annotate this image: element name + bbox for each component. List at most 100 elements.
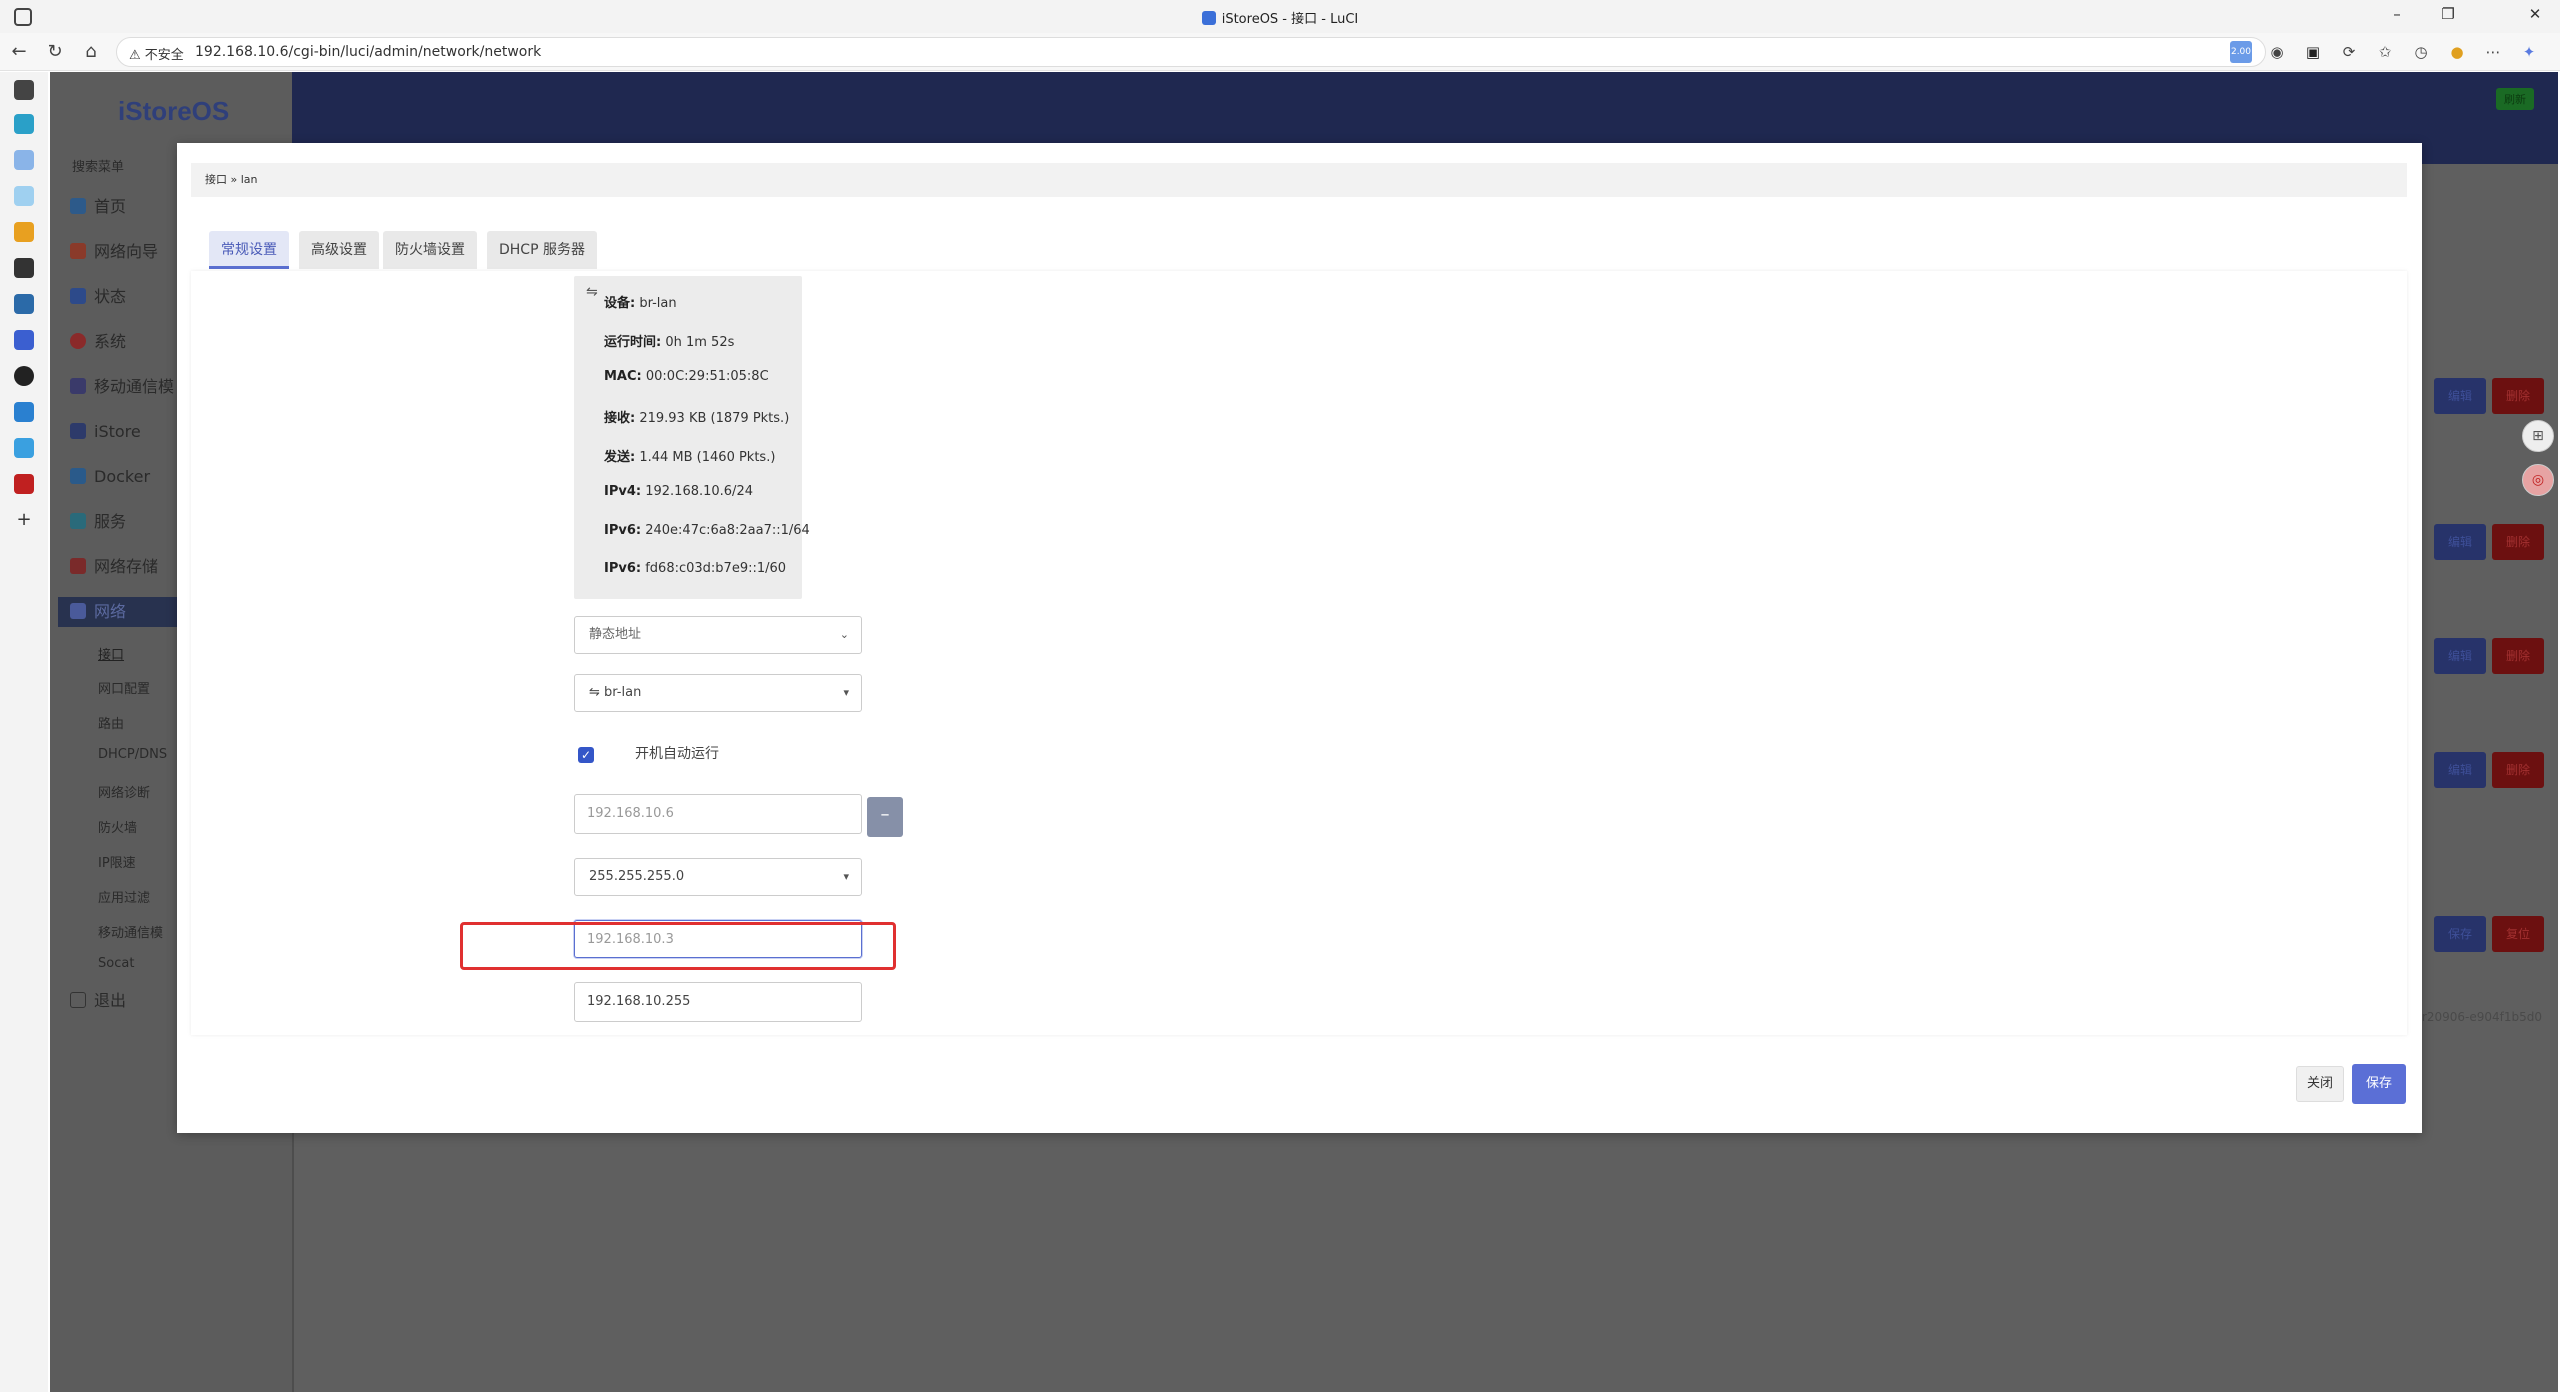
submenu-ip-limit[interactable]: IP限速 <box>98 852 136 871</box>
ipv4-address-input[interactable]: 192.168.10.6 <box>574 794 862 834</box>
sidebar-mail-icon[interactable] <box>14 150 34 170</box>
sidebar-add-icon[interactable]: + <box>14 510 34 530</box>
menu-item-services[interactable]: 服务 <box>70 507 126 537</box>
submenu-port-config[interactable]: 网口配置 <box>98 678 150 697</box>
close-window-button[interactable]: ✕ <box>2515 5 2555 23</box>
menu-search-input[interactable]: 搜索菜单 <box>72 156 124 175</box>
tab-dhcp[interactable]: DHCP 服务器 <box>487 231 597 269</box>
window-title: iStoreOS - 接口 - LuCI <box>0 8 2560 27</box>
mobile-icon <box>70 378 86 394</box>
sidebar-tabs-icon[interactable] <box>14 80 34 100</box>
bg-delete-button[interactable]: 删除 <box>2492 752 2544 788</box>
menu-item-istore[interactable]: iStore <box>70 417 141 447</box>
save-button[interactable]: 保存 <box>2352 1064 2406 1104</box>
extension-tab-icon[interactable]: ▣ <box>2302 41 2324 63</box>
button-label: 删除 <box>2505 389 2530 403</box>
minimize-button[interactable]: – <box>2377 5 2417 23</box>
menu-item-mobile[interactable]: 移动通信模 <box>70 372 174 402</box>
ipv4-broadcast-input[interactable]: 192.168.10.255 <box>574 982 862 1022</box>
bg-edit-button[interactable]: 编辑 <box>2434 378 2486 414</box>
remove-address-button[interactable]: – <box>867 797 903 837</box>
menu-label: 系统 <box>94 332 127 351</box>
extension-sync-icon[interactable]: ⟳ <box>2338 41 2360 63</box>
menu-label: 首页 <box>94 197 127 216</box>
device-select[interactable]: ⇋ br-lan ▾ <box>574 674 862 712</box>
security-warning[interactable]: ⚠ 不安全 <box>129 44 184 63</box>
sidebar-github-icon[interactable] <box>14 366 34 386</box>
network-icon <box>70 603 86 619</box>
extension-badge-icon[interactable]: 2.00 <box>2230 41 2252 63</box>
bg-edit-button[interactable]: 编辑 <box>2434 524 2486 560</box>
store-icon <box>70 423 86 439</box>
submenu-app-filter[interactable]: 应用过滤 <box>98 887 150 906</box>
ipv4-netmask-select[interactable]: 255.255.255.0 ▾ <box>574 858 862 896</box>
status-value: 219.93 KB (1879 Pkts.) <box>635 411 790 426</box>
more-menu-icon[interactable]: ⋯ <box>2482 41 2504 63</box>
submenu-diagnostics[interactable]: 网络诊断 <box>98 782 150 801</box>
close-button[interactable]: 关闭 <box>2296 1066 2344 1102</box>
history-icon[interactable]: ◷ <box>2410 41 2432 63</box>
sidebar-red-icon[interactable] <box>14 474 34 494</box>
bg-delete-button[interactable]: 删除 <box>2492 524 2544 560</box>
floating-apps-icon[interactable]: ⊞ <box>2522 420 2554 452</box>
sidebar-lock-icon[interactable] <box>14 258 34 278</box>
tab-general[interactable]: 常规设置 <box>209 231 289 269</box>
submenu-interfaces[interactable]: 接口 <box>98 644 124 663</box>
menu-item-wizard[interactable]: 网络向导 <box>70 237 158 267</box>
refresh-button[interactable]: 刷新 <box>2496 88 2534 110</box>
chevron-down-icon: ⌄ <box>839 628 849 641</box>
status-value: 00:0C:29:51:05:8C <box>641 369 769 384</box>
status-rx: 接收: 219.93 KB (1879 Pkts.) <box>604 407 789 426</box>
browser-sidebar: + <box>0 72 48 1392</box>
status-ipv4: IPv4: 192.168.10.6/24 <box>604 484 753 499</box>
sidebar-triangle-icon[interactable] <box>14 186 34 206</box>
reload-button[interactable]: ↻ <box>42 39 68 65</box>
submenu-firewall[interactable]: 防火墙 <box>98 817 137 836</box>
copilot-icon[interactable]: ✦ <box>2518 41 2540 63</box>
url-input[interactable]: ⚠ 不安全 192.168.10.6/cgi-bin/luci/admin/ne… <box>116 37 2266 67</box>
protocol-select[interactable]: 静态地址 ⌄ <box>574 616 862 654</box>
sidebar-wordpress-icon[interactable] <box>14 294 34 314</box>
bg-edit-button[interactable]: 编辑 <box>2434 752 2486 788</box>
maximize-button[interactable]: ❐ <box>2428 5 2468 23</box>
submenu-dhcp-dns[interactable]: DHCP/DNS <box>98 747 167 762</box>
submenu-socat[interactable]: Socat <box>98 956 134 971</box>
sidebar-search-icon[interactable] <box>14 402 34 422</box>
bg-edit-button[interactable]: 编辑 <box>2434 638 2486 674</box>
menu-item-docker[interactable]: Docker <box>70 462 150 492</box>
menu-item-system[interactable]: 系统 <box>70 327 126 357</box>
menu-item-logout[interactable]: 退出 <box>70 986 126 1016</box>
menu-item-storage[interactable]: 网络存储 <box>70 552 158 582</box>
extension-circle-icon[interactable]: ◉ <box>2266 41 2288 63</box>
brand-logo[interactable]: iStoreOS <box>118 96 229 127</box>
submenu-routes[interactable]: 路由 <box>98 713 124 732</box>
tab-firewall[interactable]: 防火墙设置 <box>383 231 477 269</box>
sidebar-app-icon[interactable] <box>14 114 34 134</box>
bg-delete-button[interactable]: 删除 <box>2492 638 2544 674</box>
bg-delete-button[interactable]: 删除 <box>2492 378 2544 414</box>
submenu-mobile[interactable]: 移动通信模 <box>98 922 163 941</box>
status-value: 0h 1m 52s <box>661 335 735 350</box>
button-label: 编辑 <box>2447 535 2472 549</box>
storage-icon <box>70 558 86 574</box>
status-value: 192.168.10.6/24 <box>641 484 753 499</box>
button-label: 复位 <box>2505 927 2530 941</box>
gateway-highlight-box <box>460 922 896 970</box>
extension-lemon-icon[interactable]: ● <box>2446 41 2468 63</box>
home-icon <box>70 198 86 214</box>
menu-item-home[interactable]: 首页 <box>70 192 126 222</box>
autostart-checkbox[interactable]: ✓ <box>578 747 594 763</box>
button-label: 编辑 <box>2447 649 2472 663</box>
home-button[interactable]: ⌂ <box>78 39 104 65</box>
sidebar-istore-icon[interactable] <box>14 330 34 350</box>
bg-reset-button[interactable]: 复位 <box>2492 916 2544 952</box>
status-key: IPv6: <box>604 561 642 576</box>
tab-advanced[interactable]: 高级设置 <box>299 231 379 269</box>
bg-save-button[interactable]: 保存 <box>2434 916 2486 952</box>
sidebar-pencil-icon[interactable] <box>14 222 34 242</box>
favorites-icon[interactable]: ✩ <box>2374 41 2396 63</box>
sidebar-play-icon[interactable] <box>14 438 34 458</box>
floating-translate-icon[interactable]: ◎ <box>2522 464 2554 496</box>
back-button[interactable]: ← <box>6 39 32 65</box>
menu-item-status[interactable]: 状态 <box>70 282 126 312</box>
